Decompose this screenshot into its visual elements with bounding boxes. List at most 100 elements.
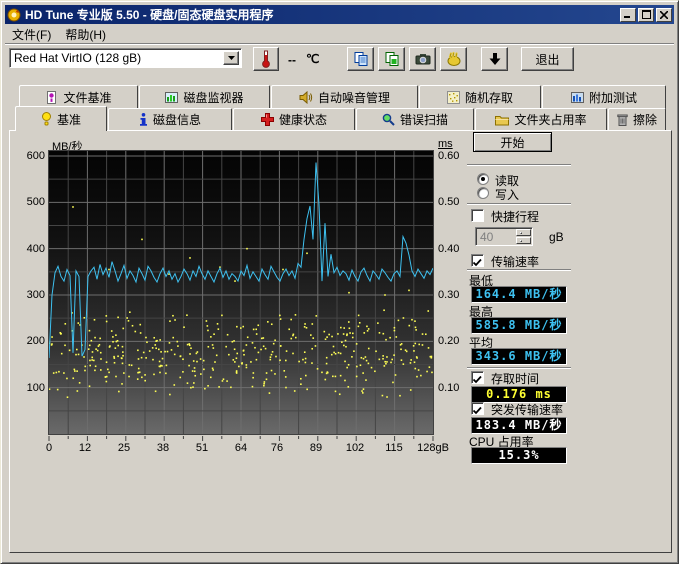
access-time-dot: [290, 338, 292, 340]
write-radio-label: 写入: [495, 186, 519, 203]
burst-rate-checkbox[interactable]: [471, 402, 484, 415]
capacity-spinner[interactable]: 40: [475, 227, 533, 246]
access-time-dot: [194, 370, 196, 372]
access-time-dot: [386, 361, 388, 363]
drive-select[interactable]: Red Hat VirtIO (128 gB): [9, 48, 242, 68]
exit-button[interactable]: 退出: [521, 47, 574, 71]
spin-down-button[interactable]: [516, 237, 531, 244]
screenshot-button[interactable]: [409, 47, 436, 71]
access-time-dot: [395, 374, 397, 376]
tab-error-scan[interactable]: 错误扫描: [356, 108, 474, 130]
access-time-dot: [351, 356, 353, 358]
access-time-dot: [285, 387, 287, 389]
access-time-dot: [246, 364, 248, 366]
access-time-dot: [164, 351, 166, 353]
access-time-dot: [418, 369, 420, 371]
hd-tune-window: HD Tune 专业版 5.50 - 硬盘/固态硬盘实用程序 文件(F) 帮助(…: [0, 0, 679, 564]
tab-extra-tests[interactable]: 附加测试: [542, 85, 666, 109]
check-icon: [472, 374, 483, 385]
transfer-rate-checkbox[interactable]: [471, 254, 484, 267]
access-time-dot: [263, 345, 265, 347]
access-time-dot: [247, 336, 249, 338]
access-time-dot: [228, 354, 230, 356]
tab-disk-monitor[interactable]: 磁盘监视器: [139, 85, 270, 109]
tab-health[interactable]: 健康状态: [233, 108, 355, 130]
tab-folder-usage[interactable]: 文件夹占用率: [475, 108, 607, 130]
access-time-dot: [105, 376, 107, 378]
access-time-dot: [285, 376, 287, 378]
access-time-dot: [353, 350, 355, 352]
access-time-dot: [167, 351, 169, 353]
access-time-dot: [89, 330, 91, 332]
access-time-dot: [144, 380, 146, 382]
access-time-dot: [271, 370, 273, 372]
access-time-dot: [290, 319, 292, 321]
tab-auto-acoustic[interactable]: 自动噪音管理: [271, 85, 418, 109]
access-time-dot: [165, 373, 167, 375]
access-time-dot: [253, 372, 255, 374]
access-time-dot: [114, 362, 116, 364]
access-time-dot: [280, 318, 282, 320]
access-time-dot: [389, 337, 391, 339]
access-time-checkbox[interactable]: [471, 371, 484, 384]
access-time-dot: [306, 253, 308, 255]
access-time-dot: [257, 324, 259, 326]
drive-select-arrow[interactable]: [223, 51, 239, 65]
access-time-dot: [236, 353, 238, 355]
access-time-dot: [379, 359, 381, 361]
access-time-dot: [348, 292, 350, 294]
access-time-dot: [332, 376, 334, 378]
temperature-button[interactable]: [253, 47, 279, 71]
menu-file[interactable]: 文件(F): [5, 24, 58, 45]
start-button[interactable]: 开始: [473, 132, 552, 152]
spin-up-button[interactable]: [516, 229, 531, 236]
copy-text-button[interactable]: [347, 47, 374, 71]
access-time-dot: [363, 388, 365, 390]
copy-image-button[interactable]: [378, 47, 405, 71]
access-time-dot: [57, 389, 59, 391]
access-time-dot: [394, 327, 396, 329]
close-button[interactable]: [656, 8, 672, 22]
access-time-dot: [411, 319, 413, 321]
maximize-button[interactable]: [638, 8, 654, 22]
access-time-dot: [51, 344, 53, 346]
trash-icon: [617, 113, 628, 126]
access-time-dot: [108, 372, 110, 374]
write-radio[interactable]: [477, 187, 489, 199]
access-time-dot: [137, 349, 139, 351]
access-time-dot: [343, 333, 345, 335]
tab-disk-info[interactable]: 磁盘信息: [108, 108, 232, 130]
access-time-dot: [343, 345, 345, 347]
title-bar: HD Tune 专业版 5.50 - 硬盘/固态硬盘实用程序: [5, 5, 674, 24]
access-time-dot: [401, 343, 403, 345]
access-time-dot: [271, 354, 273, 356]
tab-random-access[interactable]: 随机存取: [419, 85, 541, 109]
spin-down-icon: [520, 240, 522, 242]
tab-benchmark-selected[interactable]: 基准: [15, 106, 107, 131]
check-icon: [472, 257, 483, 268]
read-radio[interactable]: [477, 173, 489, 185]
camera-icon: [415, 51, 431, 67]
access-time-dot: [226, 380, 228, 382]
copyright-info-button[interactable]: [440, 47, 467, 71]
access-time-dot: [325, 338, 327, 340]
access-time-dot: [109, 345, 111, 347]
access-time-dot: [416, 376, 418, 378]
access-time-dot: [141, 377, 143, 379]
access-time-dot: [225, 346, 227, 348]
menu-help[interactable]: 帮助(H): [58, 24, 113, 45]
access-time-dot: [422, 344, 424, 346]
access-time-dot: [383, 333, 385, 335]
access-time-dot: [282, 269, 284, 271]
access-time-dot: [386, 356, 388, 358]
access-time-dot: [139, 324, 141, 326]
disk-monitor-icon: [165, 91, 178, 104]
tab-erase[interactable]: 擦除: [608, 108, 666, 130]
access-time-dot: [382, 395, 384, 397]
save-results-button[interactable]: [481, 47, 508, 71]
minimize-button[interactable]: [620, 8, 636, 22]
access-time-dot: [311, 362, 313, 364]
access-time-dot: [414, 368, 416, 370]
spinner-buttons[interactable]: [516, 229, 531, 244]
short-stroke-checkbox[interactable]: [471, 209, 484, 222]
